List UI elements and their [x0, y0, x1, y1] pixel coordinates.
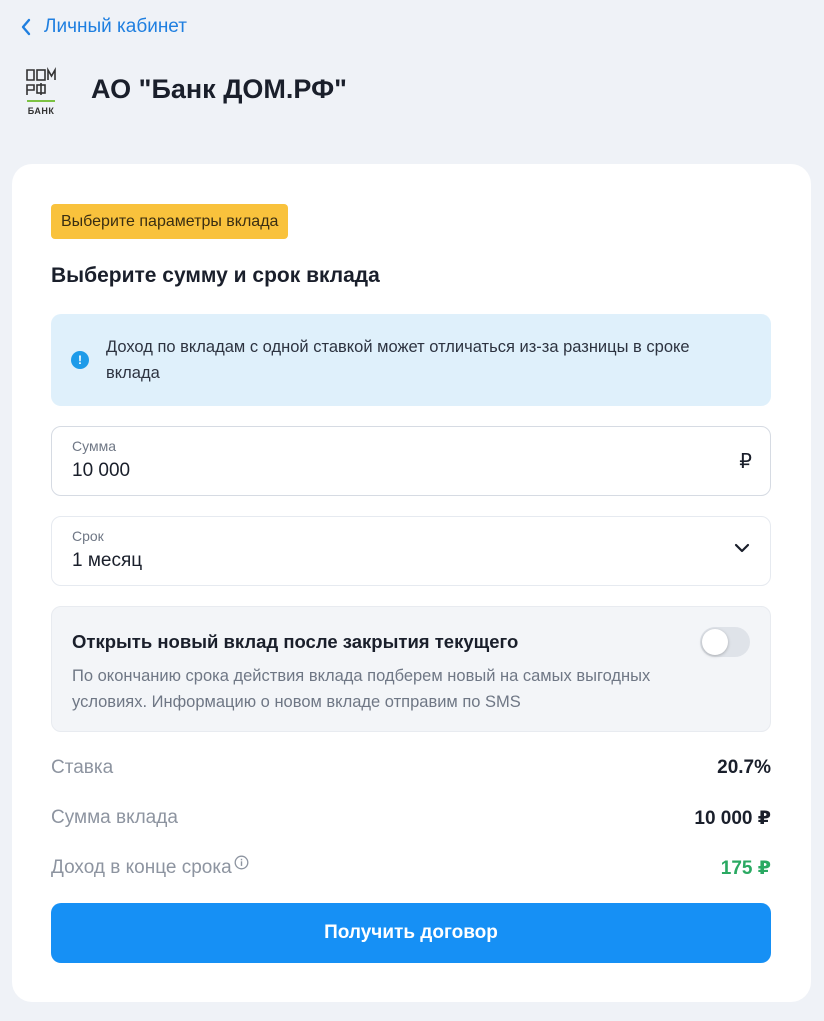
renew-toggle[interactable]: [700, 627, 750, 657]
ruble-icon: ₽: [739, 451, 752, 473]
rate-value: 20.7%: [717, 757, 771, 778]
exclamation-icon: !: [71, 351, 89, 369]
income-label: Доход в конце срока: [51, 857, 232, 878]
amount-input[interactable]: 10 000: [72, 460, 130, 482]
get-contract-button[interactable]: Получить договор: [51, 903, 771, 963]
back-link-label: Личный кабинет: [44, 16, 187, 37]
term-value: 1 месяц: [72, 550, 143, 571]
income-label-group: Доход в конце срока: [51, 855, 249, 879]
info-text: Доход по вкладам с одной ставкой может о…: [106, 338, 690, 382]
term-label: Срок: [72, 528, 104, 544]
term-select[interactable]: Срок 1 месяц: [51, 516, 771, 586]
rate-row: Ставка 20.7%: [51, 753, 771, 783]
bank-title: АО "Банк ДОМ.РФ": [91, 73, 347, 104]
renew-description: По окончанию срока действия вклада подбе…: [72, 667, 651, 711]
sum-value: 10 000 ₽: [694, 807, 771, 829]
amount-field[interactable]: Сумма 10 000 ₽: [51, 426, 771, 496]
income-row: Доход в конце срока 175 ₽: [51, 853, 771, 883]
sum-label: Сумма вклада: [51, 807, 178, 828]
info-box: ! Доход по вкладам с одной ставкой может…: [51, 314, 771, 406]
step-badge: Выберите параметры вклада: [51, 204, 289, 239]
toggle-knob: [702, 629, 728, 655]
deposit-card: Выберите параметры вклада Выберите сумму…: [12, 164, 811, 1002]
info-hint-icon[interactable]: [234, 855, 249, 870]
bank-logo-text: БАНК: [27, 106, 55, 116]
rate-label: Ставка: [51, 757, 114, 778]
amount-label: Сумма: [72, 438, 116, 454]
income-value: 175 ₽: [720, 857, 771, 879]
bank-logo: БАНК: [24, 66, 58, 120]
domrf-logo-icon: [26, 67, 56, 102]
sum-row: Сумма вклада 10 000 ₽: [51, 803, 771, 833]
bank-header: БАНК АО "Банк ДОМ.РФ": [24, 66, 347, 120]
renew-title: Открыть новый вклад после закрытия текущ…: [72, 631, 519, 652]
section-title: Выберите сумму и срок вклада: [51, 264, 380, 287]
back-link[interactable]: Личный кабинет: [20, 16, 187, 38]
chevron-left-icon: [21, 18, 31, 36]
renew-option: Открыть новый вклад после закрытия текущ…: [51, 606, 771, 732]
chevron-down-icon[interactable]: [734, 543, 750, 553]
